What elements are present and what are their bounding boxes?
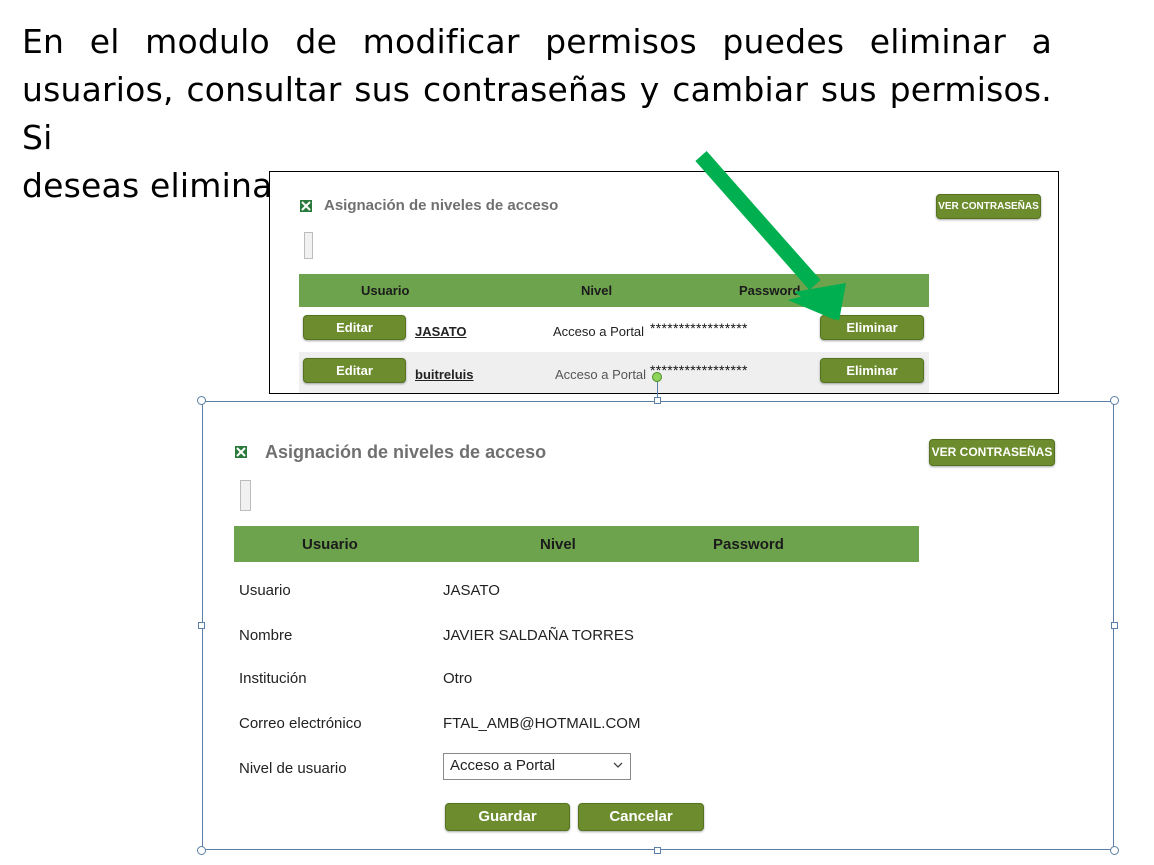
page-title: Asignación de niveles de acceso xyxy=(324,197,559,214)
header-password: Password xyxy=(713,536,784,553)
resize-handle-top-right[interactable] xyxy=(1110,396,1119,405)
edit-view-screenshot[interactable]: Asignación de niveles de acceso VER CONT… xyxy=(202,401,1114,850)
table-row: Editar buitreluis Acceso a Portal ******… xyxy=(299,352,929,393)
nivel-select-value: Acceso a Portal xyxy=(450,757,556,774)
table-header: Usuario Nivel Password xyxy=(299,274,929,307)
header-nivel: Nivel xyxy=(540,536,576,553)
edit-button[interactable]: Editar xyxy=(303,358,406,383)
table-row: Editar JASATO Acceso a Portal **********… xyxy=(299,310,929,348)
header-usuario: Usuario xyxy=(302,536,358,553)
field-label-nombre: Nombre xyxy=(239,627,293,644)
field-label-institucion: Institución xyxy=(239,670,307,687)
ver-contrasenas-button[interactable]: VER CONTRASEÑAS xyxy=(936,194,1041,219)
table-header: Usuario Nivel Password xyxy=(234,526,919,562)
filter-box[interactable] xyxy=(304,232,313,259)
save-button[interactable]: Guardar xyxy=(445,803,570,831)
user-link[interactable]: buitreluis xyxy=(415,367,474,382)
excel-icon xyxy=(300,200,312,212)
chevron-down-icon xyxy=(612,758,624,775)
delete-button[interactable]: Eliminar xyxy=(820,315,924,340)
resize-handle-bottom-left[interactable] xyxy=(197,846,206,855)
edit-button[interactable]: Editar xyxy=(303,315,406,340)
list-view-screenshot: Asignación de niveles de acceso VER CONT… xyxy=(269,171,1059,394)
excel-icon xyxy=(235,446,247,458)
resize-handle-left[interactable] xyxy=(198,622,205,629)
field-value-correo: FTAL_AMB@HOTMAIL.COM xyxy=(443,715,641,732)
field-label-usuario: Usuario xyxy=(239,582,291,599)
filter-box[interactable] xyxy=(240,480,251,511)
field-label-nivel: Nivel de usuario xyxy=(239,760,347,777)
nivel-value: Acceso a Portal xyxy=(555,367,647,382)
ver-contrasenas-button[interactable]: VER CONTRASEÑAS xyxy=(929,439,1055,466)
user-link[interactable]: JASATO xyxy=(415,324,467,339)
instruction-line-2: usuarios, consultar sus contraseñas y ca… xyxy=(22,70,1052,157)
field-value-usuario: JASATO xyxy=(443,582,500,599)
page-title: Asignación de niveles de acceso xyxy=(265,442,547,462)
nivel-value: Acceso a Portal xyxy=(553,324,645,339)
instruction-line-1: En el modulo de modificar permisos puede… xyxy=(22,22,1052,61)
password-value: ***************** xyxy=(650,320,748,336)
password-value: ***************** xyxy=(650,362,748,378)
rotation-handle[interactable] xyxy=(652,372,662,382)
resize-handle-top[interactable] xyxy=(654,397,661,404)
header-nivel: Nivel xyxy=(581,283,613,298)
header-password: Password xyxy=(739,283,801,298)
field-value-institucion: Otro xyxy=(443,670,473,687)
resize-handle-bottom[interactable] xyxy=(654,847,661,854)
header-usuario: Usuario xyxy=(361,283,410,298)
resize-handle-bottom-right[interactable] xyxy=(1110,846,1119,855)
field-value-nombre: JAVIER SALDAÑA TORRES xyxy=(443,627,634,644)
cancel-button[interactable]: Cancelar xyxy=(578,803,704,831)
field-label-correo: Correo electrónico xyxy=(239,715,362,732)
nivel-select[interactable]: Acceso a Portal xyxy=(443,753,631,780)
resize-handle-top-left[interactable] xyxy=(197,396,206,405)
delete-button[interactable]: Eliminar xyxy=(820,358,924,383)
resize-handle-right[interactable] xyxy=(1111,622,1118,629)
